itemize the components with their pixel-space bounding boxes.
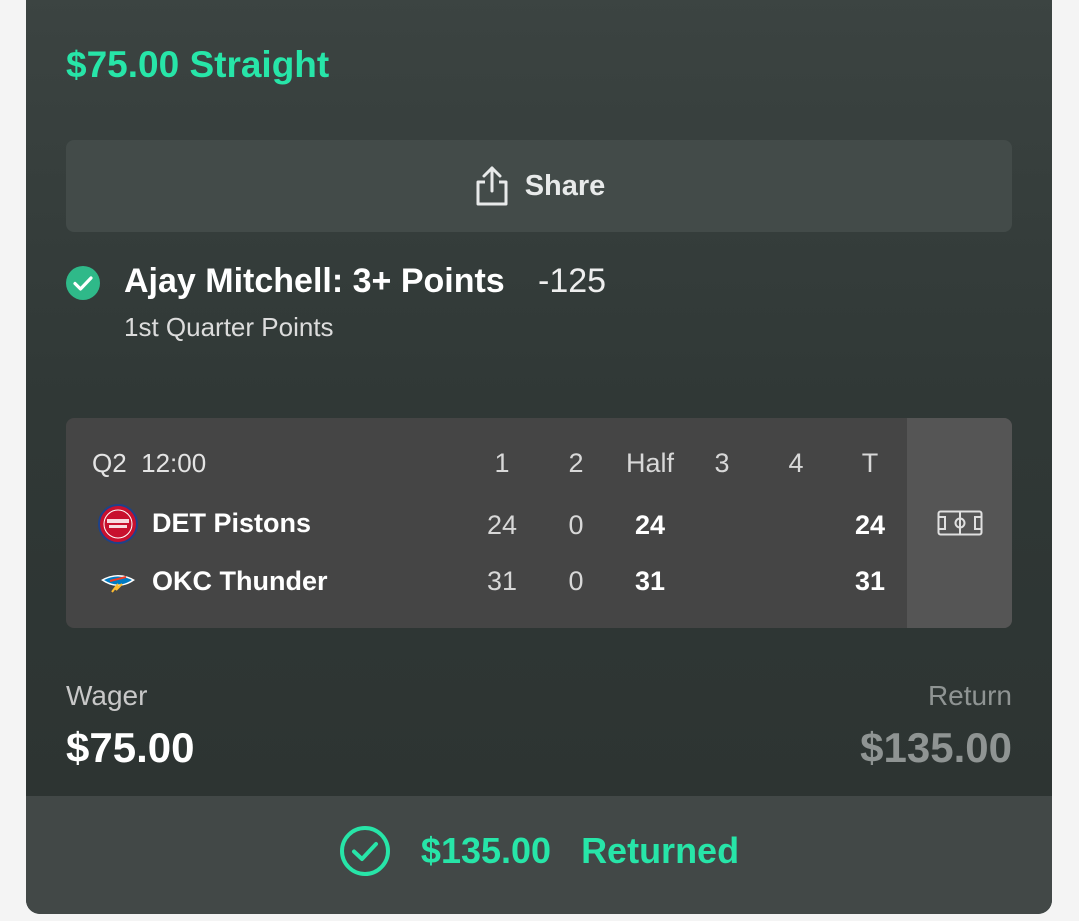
returned-amount: $135.00: [420, 830, 552, 871]
share-button[interactable]: Share: [66, 140, 1012, 232]
score-okc-q2: 0: [568, 566, 584, 596]
score-det-half: 24: [634, 510, 666, 540]
score-det-q1: 24: [486, 510, 518, 540]
selection-name: Ajay Mitchell: 3+ Points: [124, 262, 505, 300]
score-det-q2: 0: [568, 510, 584, 540]
header-q3: 3: [714, 448, 730, 478]
game-period: Q2: [92, 448, 127, 478]
header-total: T: [861, 448, 879, 478]
returned-banner-content: $135.00 Returned: [339, 825, 739, 877]
return-amount: $135.00: [860, 724, 1012, 771]
return-label: Return: [927, 680, 1012, 711]
share-label: Share: [524, 169, 606, 202]
wager-label: Wager: [66, 680, 148, 711]
pistons-logo-icon: [98, 504, 138, 544]
returned-status: Returned: [581, 830, 740, 871]
selection-row: Ajay Mitchell: 3+ Points -125 1st Quarte…: [66, 262, 1012, 342]
team-name-okc: OKC Thunder: [152, 566, 328, 596]
wager-amount: $75.00: [66, 724, 195, 771]
game-clock: Q2 12:00: [92, 448, 206, 479]
scoreboard[interactable]: Q2 12:00 1 2 Half 3 4 T DET Pistons 24 0…: [66, 418, 1012, 628]
header-q4: 4: [788, 448, 804, 478]
score-det-total: 24: [854, 510, 886, 540]
share-icon: [476, 166, 508, 206]
bet-title: $75.00 Straight: [66, 44, 330, 85]
returned-banner: $135.00 Returned: [26, 796, 1052, 914]
header-q1: 1: [494, 448, 510, 478]
check-circle-outline-icon: [339, 826, 390, 876]
header-half: Half: [625, 448, 674, 478]
score-okc-half: 31: [634, 566, 666, 596]
score-okc-q1: 31: [486, 566, 518, 596]
bet-card: $75.00 Straight Share Ajay Mitchell: 3+ …: [26, 0, 1052, 914]
selection-market: 1st Quarter Points: [124, 312, 334, 342]
live-court-button[interactable]: [907, 418, 1012, 628]
team-name-det: DET Pistons: [152, 508, 312, 538]
score-okc-total: 31: [854, 566, 886, 596]
selection-odds: -125: [538, 262, 607, 300]
check-circle-icon: [66, 266, 100, 300]
header-q2: 2: [568, 448, 584, 478]
court-icon: [937, 510, 982, 536]
thunder-logo-icon: [101, 575, 135, 593]
game-time: 12:00: [141, 448, 207, 478]
